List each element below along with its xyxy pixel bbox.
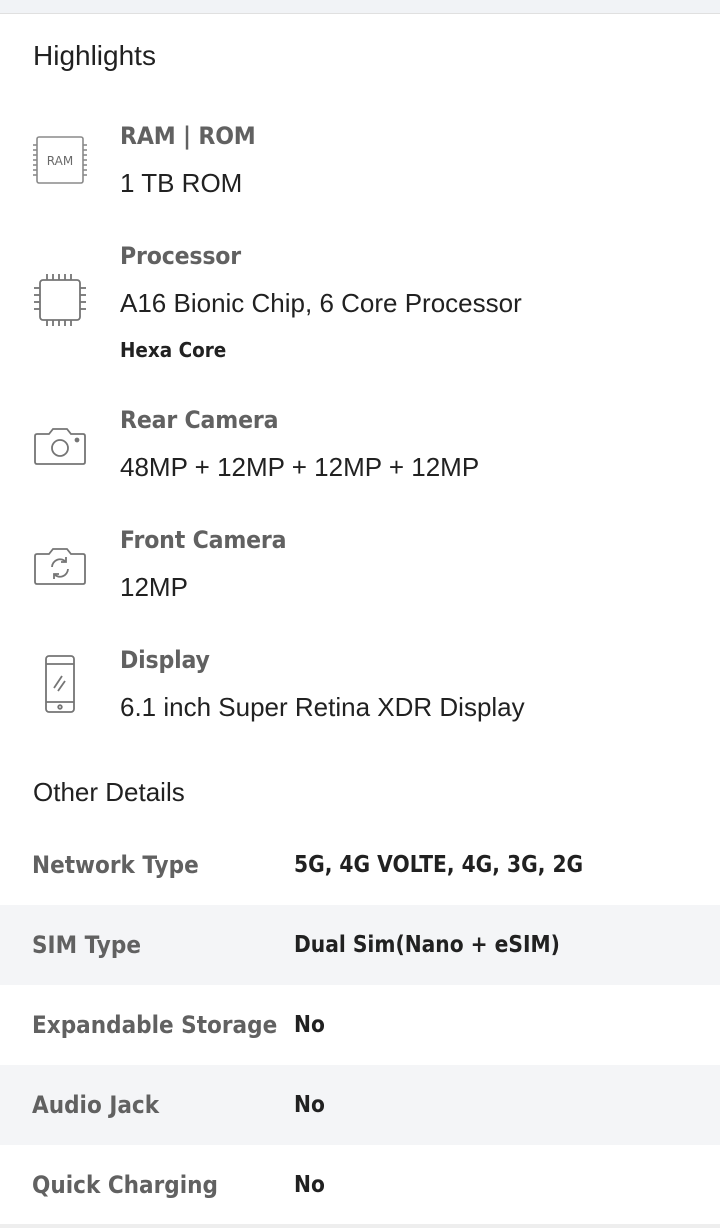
highlight-value: 6.1 inch Super Retina XDR Display (120, 692, 525, 722)
rear-camera-icon (30, 416, 90, 476)
spec-row-sim-type: SIM Type Dual Sim(Nano + eSIM) (0, 905, 720, 985)
top-divider (0, 0, 720, 14)
spec-row-quick-charging: Quick Charging No (0, 1145, 720, 1225)
phone-display-icon (30, 654, 90, 714)
highlight-label: Front Camera (120, 526, 287, 554)
highlight-label: Display (120, 646, 210, 674)
spec-key: Network Type (32, 851, 199, 879)
other-details-title: Other Details (33, 777, 185, 807)
highlights-title: Highlights (33, 40, 156, 71)
spec-row-network-type: Network Type 5G, 4G VOLTE, 4G, 3G, 2G (0, 825, 720, 905)
highlight-value: A16 Bionic Chip, 6 Core Processor (120, 288, 522, 318)
highlight-subvalue: Hexa Core (120, 338, 227, 362)
spec-value: No (294, 1172, 325, 1198)
spec-key: Audio Jack (32, 1091, 160, 1119)
highlight-value: 12MP (120, 572, 188, 602)
bottom-divider (0, 1224, 720, 1228)
ram-chip-icon: RAM (30, 130, 90, 190)
spec-key: Expandable Storage (32, 1011, 278, 1039)
spec-key: Quick Charging (32, 1171, 219, 1199)
spec-value: No (294, 1012, 325, 1038)
ram-icon-text: RAM (47, 154, 73, 168)
highlight-value: 1 TB ROM (120, 168, 243, 198)
highlight-value: 48MP + 12MP + 12MP + 12MP (120, 452, 480, 482)
highlight-label: Rear Camera (120, 406, 279, 434)
highlight-label: Processor (120, 242, 241, 270)
spec-value: Dual Sim(Nano + eSIM) (294, 932, 560, 958)
spec-row-audio-jack: Audio Jack No (0, 1065, 720, 1145)
spec-value: No (294, 1092, 325, 1118)
processor-chip-icon (30, 270, 90, 330)
highlight-label: RAM | ROM (120, 122, 256, 150)
spec-value: 5G, 4G VOLTE, 4G, 3G, 2G (294, 852, 584, 878)
spec-key: SIM Type (32, 931, 141, 959)
front-camera-icon (30, 536, 90, 596)
spec-row-expandable-storage: Expandable Storage No (0, 985, 720, 1065)
